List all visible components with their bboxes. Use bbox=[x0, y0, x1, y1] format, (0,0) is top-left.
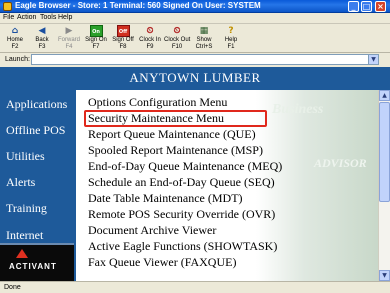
watermark-text-advisor: ADVISOR bbox=[314, 156, 367, 170]
vertical-scrollbar[interactable]: ▲ ▼ bbox=[378, 90, 390, 281]
maximize-button[interactable]: □ bbox=[361, 1, 372, 12]
eagle-app-icon bbox=[3, 2, 12, 11]
launch-input[interactable]: ▼ bbox=[31, 54, 379, 65]
sidebar-item-utilities[interactable]: Utilities bbox=[6, 149, 45, 164]
sign-on-icon: On bbox=[89, 25, 103, 37]
scroll-down-icon[interactable]: ▼ bbox=[379, 270, 390, 281]
menu-item-options-configuration[interactable]: Options Configuration Menu bbox=[88, 95, 227, 110]
store-banner: ANYTOWN LUMBER bbox=[0, 67, 390, 89]
sidebar-item-training[interactable]: Training bbox=[6, 201, 47, 216]
chevron-down-icon[interactable]: ▼ bbox=[368, 55, 378, 64]
forward-arrow-icon: ▶ bbox=[65, 26, 73, 36]
menu-item-report-queue[interactable]: Report Queue Maintenance (QUE) bbox=[88, 127, 256, 142]
logo-text: ACTIVANT bbox=[9, 262, 57, 271]
clock-out-button[interactable]: ⏲ Clock Out F10 bbox=[164, 25, 190, 52]
sign-on-button[interactable]: On Sign On F7 bbox=[83, 25, 109, 52]
activant-logo-icon bbox=[16, 249, 28, 258]
launch-bar: Launch: ▼ bbox=[0, 53, 390, 67]
menu-item-schedule-eod-queue[interactable]: Schedule an End-of-Day Queue (SEQ) bbox=[88, 175, 275, 190]
sidebar-item-offline-pos[interactable]: Offline POS bbox=[6, 123, 65, 138]
menu-item-date-table[interactable]: Date Table Maintenance (MDT) bbox=[88, 191, 243, 206]
activant-logo: ACTIVANT bbox=[0, 243, 74, 281]
clock-in-icon: ⏲ bbox=[146, 26, 154, 36]
menu-file[interactable]: File bbox=[3, 14, 14, 21]
back-button[interactable]: ◀ Back F3 bbox=[29, 25, 55, 52]
menu-action[interactable]: Action bbox=[17, 14, 36, 21]
show-icon: ▦ bbox=[199, 26, 209, 36]
minimize-button[interactable]: _ bbox=[348, 1, 359, 12]
sidebar-item-internet-training[interactable]: Internet Training bbox=[6, 229, 74, 243]
sidebar-item-alerts[interactable]: Alerts bbox=[6, 175, 35, 190]
sidebar-item-applications[interactable]: Applications bbox=[6, 97, 67, 112]
menu-tools[interactable]: Tools bbox=[40, 14, 56, 21]
launch-label: Launch: bbox=[5, 56, 30, 63]
menu-item-remote-pos-override[interactable]: Remote POS Security Override (OVR) bbox=[88, 207, 275, 222]
close-button[interactable]: × bbox=[375, 1, 386, 12]
clock-out-icon: ⏲ bbox=[173, 26, 181, 36]
menu-help[interactable]: Help bbox=[58, 14, 72, 21]
forward-button[interactable]: ▶ Forward F4 bbox=[56, 25, 82, 52]
status-bar: Done bbox=[0, 281, 390, 293]
menu-panel: Business ADVISOR Options Configuration M… bbox=[76, 90, 378, 281]
window-title: Eagle Browser - Store: 1 Terminal: 560 S… bbox=[15, 1, 261, 10]
watermark-text-business: Business bbox=[272, 102, 324, 117]
sign-off-button[interactable]: Off Sign Off F8 bbox=[110, 25, 136, 52]
sign-off-icon: Off bbox=[116, 25, 130, 37]
menu-item-fax-queue-viewer[interactable]: Fax Queue Viewer (FAXQUE) bbox=[88, 255, 236, 270]
back-arrow-icon: ◀ bbox=[38, 26, 46, 36]
home-button[interactable]: ⌂ Home F2 bbox=[2, 25, 28, 52]
menu-item-document-archive[interactable]: Document Archive Viewer bbox=[88, 223, 216, 238]
title-bar[interactable]: Eagle Browser - Store: 1 Terminal: 560 S… bbox=[0, 0, 390, 13]
help-button[interactable]: ? Help F1 bbox=[218, 25, 244, 52]
clock-in-button[interactable]: ⏲ Clock In F9 bbox=[137, 25, 163, 52]
toolbar: ⌂ Home F2 ◀ Back F3 ▶ Forward F4 On Sign… bbox=[0, 24, 390, 53]
menu-item-active-eagle-functions[interactable]: Active Eagle Functions (SHOWTASK) bbox=[88, 239, 277, 254]
scrollbar-thumb[interactable] bbox=[379, 102, 390, 202]
sidebar: Applications Offline POS Utilities Alert… bbox=[0, 89, 74, 281]
scroll-up-icon[interactable]: ▲ bbox=[379, 90, 390, 101]
show-button[interactable]: ▦ Show Ctrl+S bbox=[191, 25, 217, 52]
menu-item-end-of-day-queue[interactable]: End-of-Day Queue Maintenance (MEQ) bbox=[88, 159, 282, 174]
home-icon: ⌂ bbox=[11, 26, 19, 36]
menu-bar: File Action Tools Help bbox=[0, 13, 390, 24]
help-icon: ? bbox=[228, 26, 234, 36]
status-text: Done bbox=[4, 284, 21, 291]
menu-item-spooled-report[interactable]: Spooled Report Maintenance (MSP) bbox=[88, 143, 263, 158]
main-content: ANYTOWN LUMBER Applications Offline POS … bbox=[0, 67, 390, 281]
selection-highlight-box bbox=[84, 110, 267, 127]
